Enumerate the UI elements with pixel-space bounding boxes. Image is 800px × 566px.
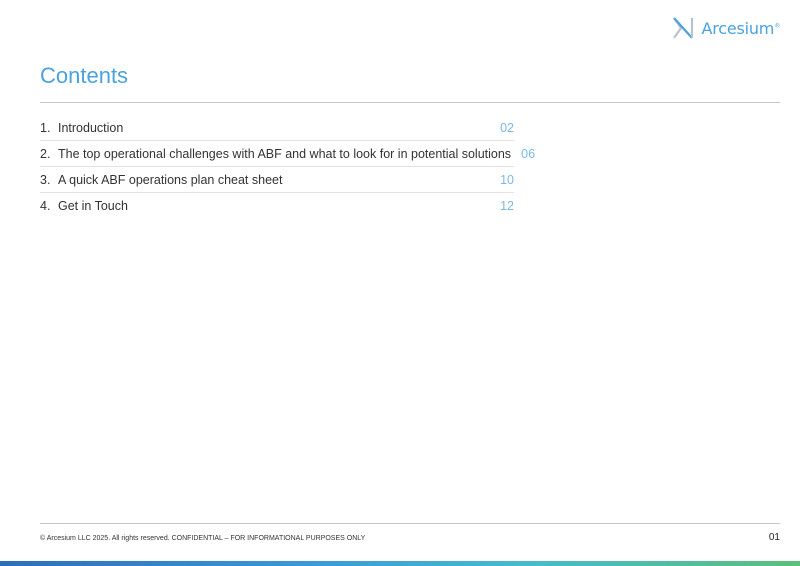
footer-divider [40, 523, 780, 524]
toc-item-label: Get in Touch [58, 198, 128, 213]
toc-item-page[interactable]: 02 [490, 121, 514, 135]
toc-item-number: 3. [40, 172, 51, 187]
brand-name: Arcesium [701, 18, 775, 38]
page-title: Contents [40, 63, 129, 88]
title-divider [40, 102, 780, 103]
page-number: 01 [768, 532, 780, 543]
footer-copyright: © Arcesium LLC 2025. All rights reserved… [40, 535, 366, 542]
toc-item-number: 2. [40, 146, 51, 161]
toc-item-number: 1. [40, 120, 51, 135]
toc-item-page[interactable]: 06 [511, 147, 535, 161]
toc-item-page[interactable]: 10 [490, 173, 514, 187]
toc-item-cheat-sheet[interactable]: 3. A quick ABF operations plan cheat she… [40, 167, 514, 193]
toc-item-label: A quick ABF operations plan cheat sheet [58, 172, 283, 187]
arcesium-logo-icon [673, 17, 694, 39]
toc-item-challenges[interactable]: 2. The top operational challenges with A… [40, 141, 535, 167]
brand-logo: Arcesium® [671, 16, 780, 40]
toc-item-number: 4. [40, 198, 51, 213]
brand-gradient-bar [0, 561, 800, 566]
toc-item-get-in-touch[interactable]: 4. Get in Touch 12 [40, 193, 514, 218]
table-of-contents: 1. Introduction 02 2. The top operationa… [40, 115, 535, 218]
toc-item-page[interactable]: 12 [490, 199, 514, 213]
toc-item-label: Introduction [58, 120, 124, 135]
toc-item-label: The top operational challenges with ABF … [58, 146, 512, 161]
brand-trademark: ® [774, 22, 780, 30]
toc-item-introduction[interactable]: 1. Introduction 02 [40, 115, 514, 141]
